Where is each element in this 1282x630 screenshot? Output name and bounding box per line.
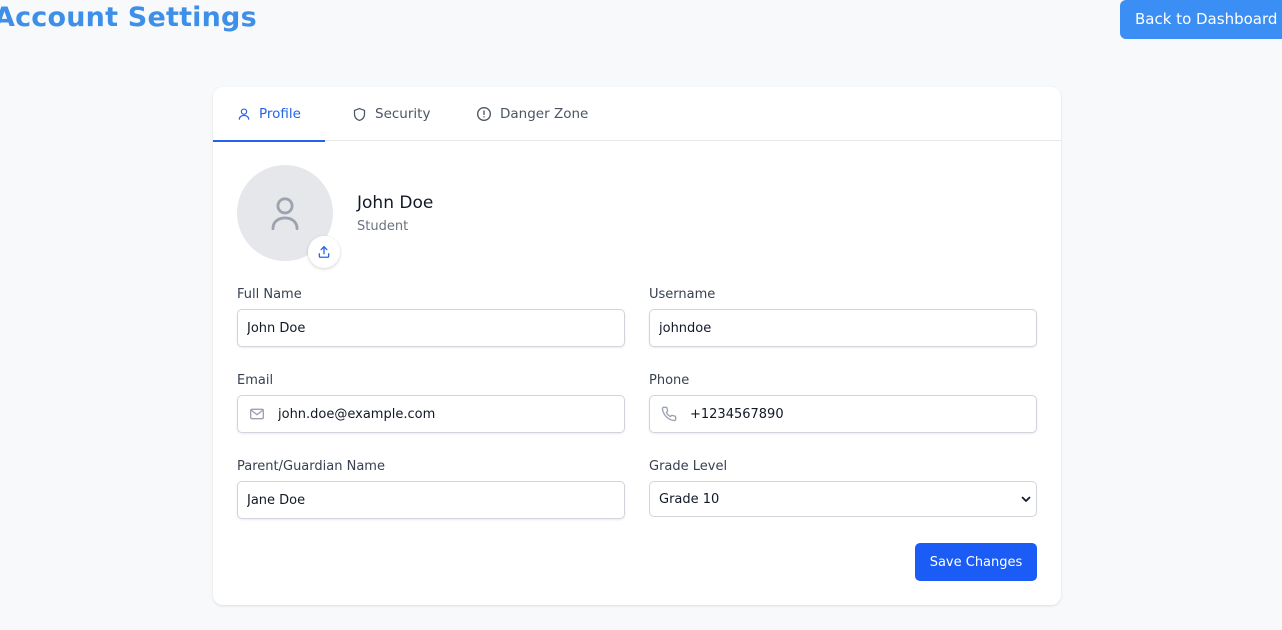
grade-select-value: Grade 10	[659, 491, 720, 507]
grade-label: Grade Level	[649, 459, 728, 474]
page-title: Account Settings	[0, 2, 257, 33]
tab-danger-zone-label: Danger Zone	[500, 106, 589, 122]
user-icon	[238, 108, 250, 120]
grade-select[interactable]: Grade 10	[649, 481, 1037, 517]
user-placeholder-icon	[271, 197, 299, 230]
shield-icon	[353, 107, 366, 121]
guardian-label: Parent/Guardian Name	[237, 459, 385, 474]
tab-profile[interactable]: Profile	[213, 87, 325, 142]
alert-circle-icon	[477, 107, 491, 121]
guardian-input[interactable]	[237, 481, 625, 519]
mail-icon	[250, 408, 264, 420]
back-to-dashboard-button[interactable]: Back to Dashboard	[1120, 0, 1282, 39]
chevron-down-icon	[1021, 496, 1031, 502]
email-input[interactable]	[237, 395, 625, 433]
full-name-input[interactable]	[237, 309, 625, 347]
tab-profile-label: Profile	[259, 106, 301, 122]
full-name-label: Full Name	[237, 287, 302, 302]
tab-danger-zone[interactable]: Danger Zone	[476, 87, 588, 141]
phone-label: Phone	[649, 373, 690, 388]
profile-name: John Doe	[357, 193, 434, 213]
save-changes-button[interactable]: Save Changes	[915, 543, 1037, 581]
phone-input[interactable]	[649, 395, 1037, 433]
settings-card: Profile Security Danger Zone John Doe St…	[213, 87, 1061, 605]
upload-icon	[318, 246, 330, 258]
email-label: Email	[237, 373, 274, 388]
username-label: Username	[649, 287, 716, 302]
username-input[interactable]	[649, 309, 1037, 347]
tab-security-label: Security	[375, 106, 431, 122]
tab-bar: Profile Security Danger Zone	[213, 87, 1061, 142]
tab-security[interactable]: Security	[352, 87, 430, 141]
upload-avatar-button[interactable]	[308, 236, 340, 268]
phone-icon	[661, 406, 677, 422]
profile-role: Student	[357, 219, 409, 234]
